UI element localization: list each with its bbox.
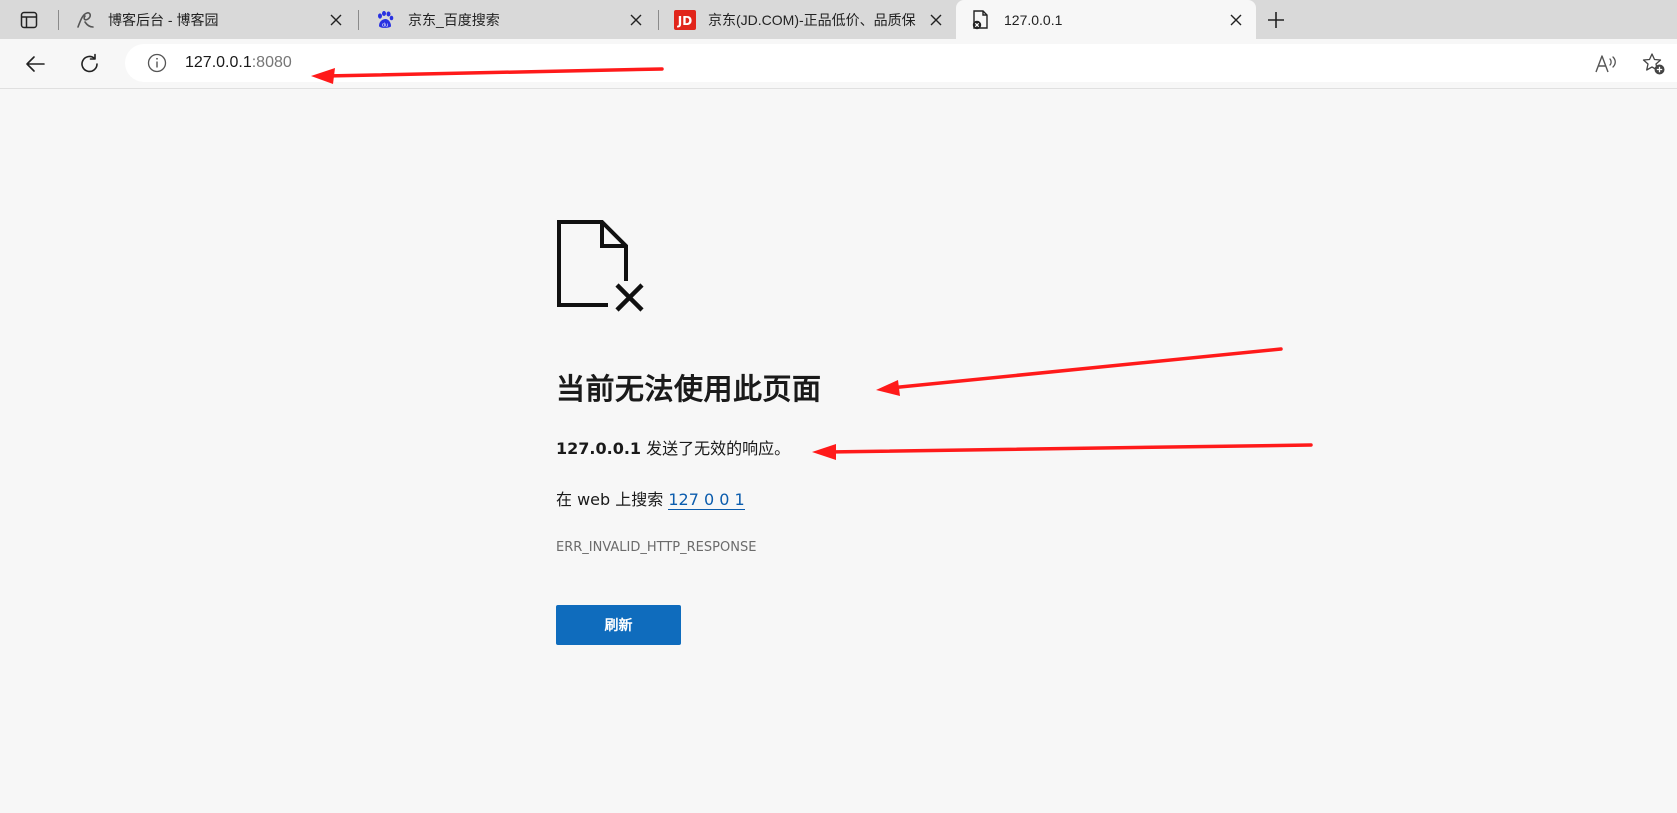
tab-localhost[interactable]: 127.0.0.1 [956, 0, 1256, 39]
tab-title: 京东(JD.COM)-正品低价、品质保 [708, 11, 916, 28]
reload-icon [81, 53, 98, 73]
error-code: ERR_INVALID_HTTP_RESPONSE [556, 540, 757, 555]
search-prefix: 在 web 上搜索 [556, 490, 669, 509]
jd-logo-icon: JD [674, 9, 696, 31]
close-tab-icon[interactable] [326, 10, 346, 30]
close-tab-icon[interactable] [926, 10, 946, 30]
plus-icon [1268, 12, 1284, 28]
broken-page-icon [970, 9, 992, 31]
error-page: 当前无法使用此页面 127.0.0.1 发送了无效的响应。 在 web 上搜索 … [556, 219, 1256, 645]
tab-actions-icon [20, 11, 38, 28]
url-port: :8080 [251, 54, 292, 71]
tab-baidu-search[interactable]: du 京东_百度搜索 [360, 0, 656, 39]
add-favorite-button[interactable] [1638, 48, 1670, 80]
tab-actions-button[interactable] [0, 0, 58, 39]
back-button[interactable] [19, 48, 51, 80]
new-tab-button[interactable] [1261, 5, 1291, 35]
reload-button[interactable] [74, 48, 106, 80]
svg-text:JD: JD [677, 14, 692, 28]
baidu-paw-icon: du [374, 9, 396, 31]
tab-title: 博客后台 - 博客园 [108, 11, 219, 28]
tab-title: 京东_百度搜索 [408, 11, 500, 28]
url-text[interactable]: 127.0.0.1:8080 [185, 54, 292, 72]
search-link[interactable]: 127 0 0 1 [668, 490, 745, 510]
error-message-text: 发送了无效的响应。 [641, 439, 791, 458]
svg-text:du: du [382, 22, 388, 28]
tab-separator [58, 10, 59, 30]
error-heading: 当前无法使用此页面 [556, 372, 822, 406]
tab-title: 127.0.0.1 [1004, 11, 1063, 28]
tab-blog-admin[interactable]: 博客后台 - 博客园 [60, 0, 356, 39]
error-message: 127.0.0.1 发送了无效的响应。 [556, 435, 1256, 459]
url-host: 127.0.0.1 [185, 54, 252, 71]
address-bar[interactable]: 127.0.0.1:8080 [125, 44, 1677, 82]
close-tab-icon[interactable] [1226, 10, 1246, 30]
tab-jd[interactable]: JD 京东(JD.COM)-正品低价、品质保 [660, 0, 956, 39]
tab-separator [658, 10, 659, 30]
read-aloud-icon [1595, 55, 1616, 73]
arrow-left-icon [26, 56, 45, 72]
tab-strip: 博客后台 - 博客园 du 京东_百度搜索 JD 京东(JD.COM)-正品低价… [0, 0, 1677, 39]
broken-document-icon [557, 220, 648, 313]
toolbar: 127.0.0.1:8080 [0, 39, 1677, 89]
close-tab-icon[interactable] [626, 10, 646, 30]
blog-logo-icon [74, 9, 96, 31]
error-host: 127.0.0.1 [556, 439, 642, 458]
refresh-button[interactable]: 刷新 [556, 605, 681, 645]
site-info-icon[interactable] [145, 51, 169, 75]
star-add-icon [1642, 53, 1665, 75]
read-aloud-button[interactable] [1591, 48, 1623, 80]
search-suggestion: 在 web 上搜索 127 0 0 1 [556, 486, 1256, 510]
tab-separator [358, 10, 359, 30]
